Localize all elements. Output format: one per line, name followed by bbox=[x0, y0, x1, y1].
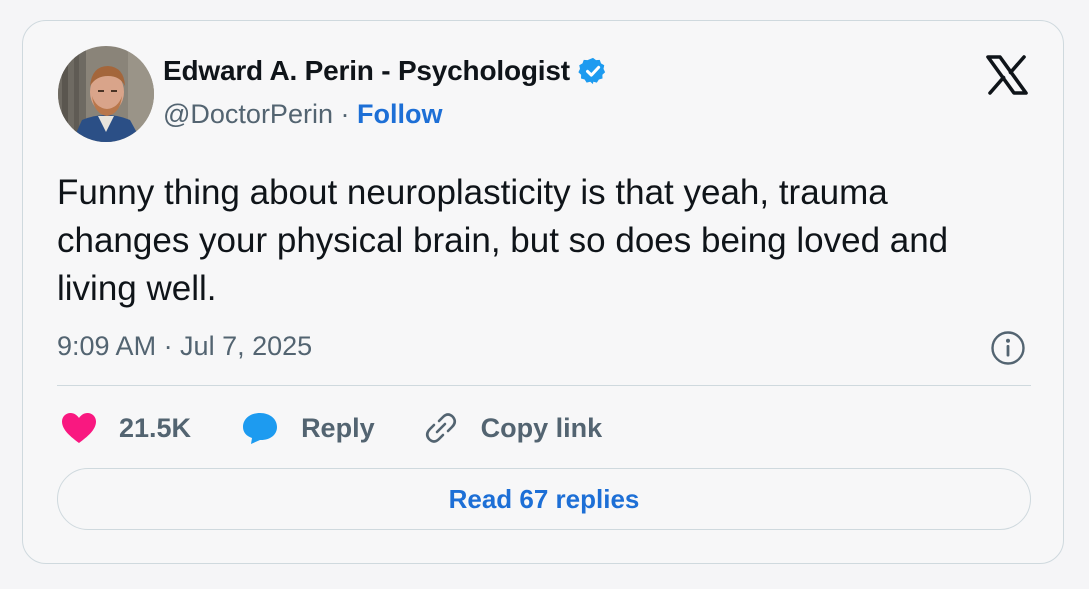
author-name-row: Edward A. Perin - Psychologist bbox=[163, 55, 608, 87]
speech-bubble-icon bbox=[243, 413, 278, 444]
divider bbox=[57, 385, 1031, 386]
follow-button[interactable]: Follow bbox=[357, 99, 442, 129]
copy-link-button[interactable]: Copy link bbox=[423, 410, 603, 446]
tweet-card[interactable]: Edward A. Perin - Psychologist @DoctorPe… bbox=[22, 20, 1064, 564]
info-icon[interactable] bbox=[989, 329, 1027, 367]
tweet-text: Funny thing about neuroplasticity is tha… bbox=[57, 173, 949, 308]
heart-icon bbox=[62, 413, 96, 443]
like-count: 21.5K bbox=[119, 412, 192, 443]
reply-label: Reply bbox=[301, 412, 375, 443]
author-handle-row: @DoctorPerin · Follow bbox=[163, 99, 442, 130]
read-replies-button[interactable]: Read 67 replies bbox=[57, 468, 1031, 530]
author-display-name[interactable]: Edward A. Perin - Psychologist bbox=[163, 55, 570, 87]
copy-link-label: Copy link bbox=[480, 412, 603, 443]
author-handle[interactable]: @DoctorPerin bbox=[163, 99, 333, 129]
tweet-timestamp[interactable]: 9:09 AM · Jul 7, 2025 bbox=[57, 331, 312, 362]
avatar[interactable] bbox=[58, 46, 154, 142]
link-icon bbox=[425, 413, 456, 443]
verified-badge-icon bbox=[578, 57, 605, 85]
action-bar: 21.5K Reply Copy link bbox=[61, 406, 602, 450]
reply-button[interactable]: Reply bbox=[241, 411, 375, 445]
x-logo-icon[interactable] bbox=[985, 55, 1029, 95]
handle-separator: · bbox=[332, 99, 357, 129]
like-button[interactable]: 21.5K bbox=[61, 412, 191, 444]
